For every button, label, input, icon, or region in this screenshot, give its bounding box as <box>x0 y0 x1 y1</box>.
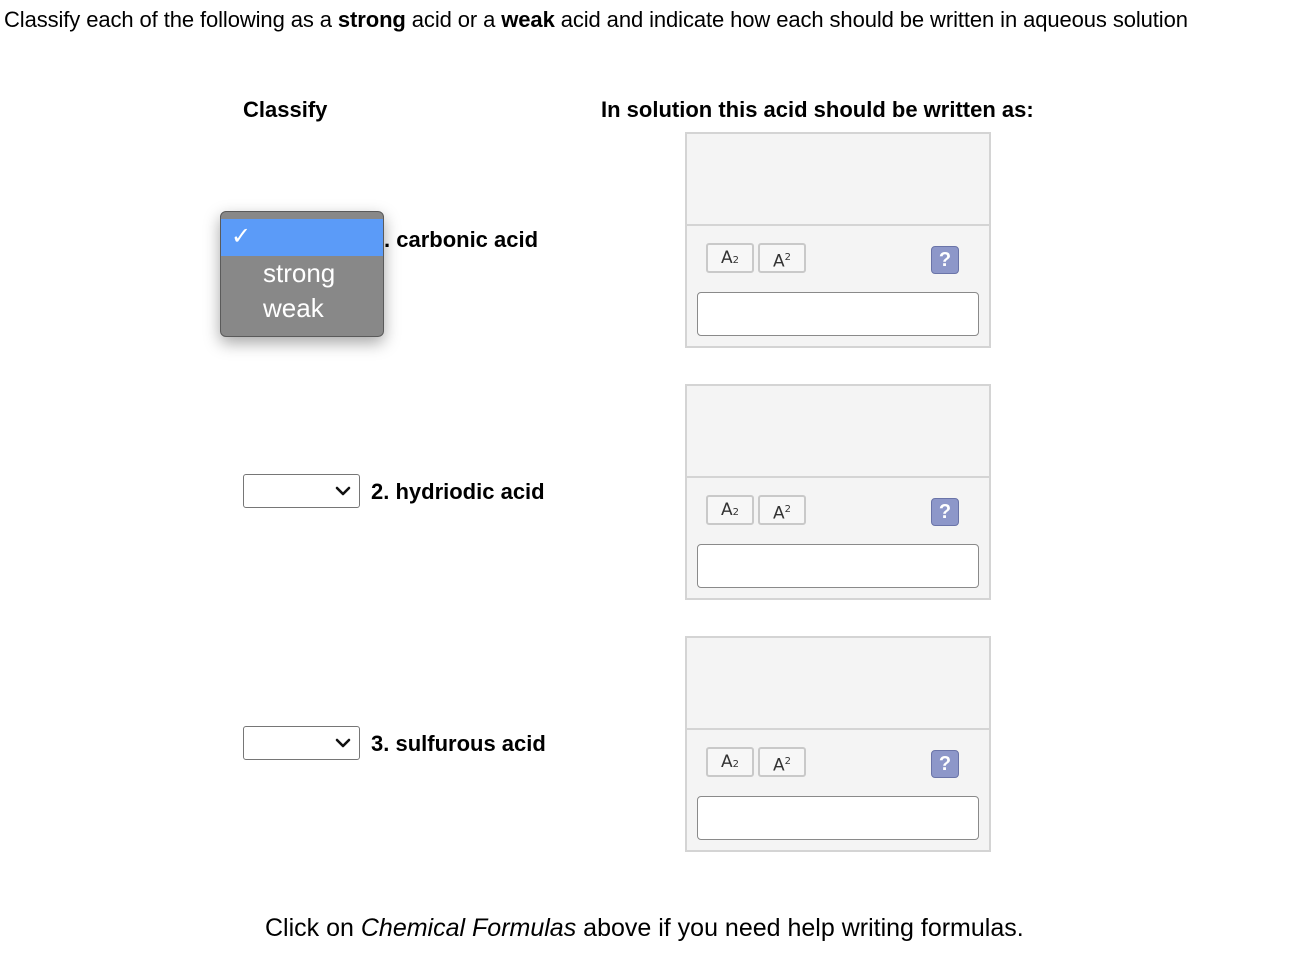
formula-input-3[interactable] <box>697 796 979 840</box>
answer-widget-1: A2 A2 ? <box>685 132 991 348</box>
dropdown-option-strong[interactable]: strong <box>263 258 335 289</box>
subscript-button[interactable]: A2 <box>706 495 754 525</box>
subscript-button[interactable]: A2 <box>706 243 754 273</box>
dropdown-option-weak[interactable]: weak <box>263 293 324 324</box>
superscript-button[interactable]: A2 <box>758 243 806 273</box>
page: Classify each of the following as a stro… <box>0 0 1309 964</box>
formula-input-2[interactable] <box>697 544 979 588</box>
classify-header: Classify <box>243 97 328 122</box>
superscript-button[interactable]: A2 <box>758 495 806 525</box>
checkmark-icon: ✓ <box>231 223 252 250</box>
chemical-formulas-link[interactable]: Chemical Formulas <box>361 914 576 942</box>
dropdown-option-blank[interactable]: ✓ <box>221 219 383 256</box>
question-2-label: 2. hydriodic acid <box>371 479 545 504</box>
question-3-label: 3. sulfurous acid <box>371 731 546 756</box>
footer-note: Click on Chemical Formulas above if you … <box>265 914 1024 942</box>
help-icon[interactable]: ? <box>931 498 959 526</box>
divider <box>687 476 989 478</box>
chevron-down-icon <box>335 486 351 496</box>
help-icon[interactable]: ? <box>931 246 959 274</box>
classify-select-3[interactable] <box>243 726 360 760</box>
instruction-text: Classify each of the following as a stro… <box>4 7 1188 32</box>
classify-dropdown-1[interactable]: ✓ strong weak <box>220 211 384 337</box>
answer-widget-3: A2 A2 ? <box>685 636 991 852</box>
answer-widget-2: A2 A2 ? <box>685 384 991 600</box>
chevron-down-icon <box>335 738 351 748</box>
formula-input-1[interactable] <box>697 292 979 336</box>
instruction-weak: weak <box>501 7 555 32</box>
subscript-button[interactable]: A2 <box>706 747 754 777</box>
help-icon[interactable]: ? <box>931 750 959 778</box>
solution-header: In solution this acid should be written … <box>601 97 1034 122</box>
instruction-strong: strong <box>337 7 406 32</box>
divider <box>687 224 989 226</box>
divider <box>687 728 989 730</box>
classify-select-2[interactable] <box>243 474 360 508</box>
question-1-label: . carbonic acid <box>384 227 539 252</box>
superscript-button[interactable]: A2 <box>758 747 806 777</box>
